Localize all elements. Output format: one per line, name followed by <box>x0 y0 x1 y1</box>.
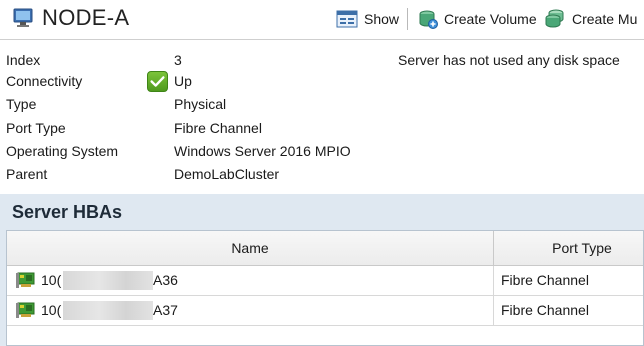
page-title: NODE-A <box>42 5 130 30</box>
section-title: Server HBAs <box>12 202 123 222</box>
disk-usage-note: Server has not used any disk space <box>398 52 620 68</box>
property-row-connectivity: Connectivity Up <box>0 71 390 93</box>
property-value: DemoLabCluster <box>174 166 280 182</box>
property-row-port-type: Port Type Fibre Channel <box>0 118 390 140</box>
property-value: Physical <box>174 96 227 112</box>
name-cell: 10( A37 <box>7 296 494 325</box>
create-volume-label: Create Volume <box>444 11 537 27</box>
connectivity-status: Up <box>174 73 192 89</box>
table-row[interactable]: 10( A37 Fibre Channel <box>7 296 643 326</box>
show-icon <box>336 10 358 28</box>
check-icon <box>147 71 168 92</box>
create-multiple-volumes-icon <box>545 9 564 28</box>
property-label: Connectivity <box>6 73 83 89</box>
property-label: Parent <box>6 166 48 182</box>
header-bar: NODE-A Show Create Volume Create Mu <box>0 0 644 40</box>
property-row-type: Type Physical <box>0 94 390 116</box>
property-label: Type <box>6 96 37 112</box>
wwn-prefix: 10( <box>41 272 62 288</box>
redacted-wwn <box>63 271 153 290</box>
wwn-prefix: 10( <box>41 302 62 318</box>
server-details-page: NODE-A Show Create Volume Create Mu Inde… <box>0 0 644 346</box>
table-header: Name Port Type <box>7 231 643 266</box>
port-type-cell: Fibre Channel <box>501 302 589 318</box>
toolbar-separator <box>407 8 408 30</box>
table-row[interactable]: 10( A36 Fibre Channel <box>7 266 643 296</box>
property-label: Port Type <box>6 120 66 136</box>
hba-card-icon <box>16 302 35 318</box>
column-header-name[interactable]: Name <box>7 231 494 266</box>
property-value: Fibre Channel <box>174 120 262 136</box>
property-row-operating-system: Operating System Windows Server 2016 MPI… <box>0 141 390 163</box>
name-cell: 10( A36 <box>7 266 494 295</box>
property-value: Windows Server 2016 MPIO <box>174 143 351 159</box>
hba-table: Name Port Type 10( A36 Fibre Channel 10(… <box>6 230 644 346</box>
property-row-parent: Parent DemoLabCluster <box>0 164 390 186</box>
wwn-suffix: A36 <box>153 272 178 288</box>
computer-icon <box>13 8 33 27</box>
show-button[interactable]: Show <box>336 8 399 30</box>
redacted-wwn <box>63 301 153 320</box>
hba-card-icon <box>16 272 35 288</box>
wwn-suffix: A37 <box>153 302 178 318</box>
property-value: 3 <box>174 52 182 68</box>
create-volume-icon <box>419 10 438 29</box>
port-type-cell: Fibre Channel <box>501 272 589 288</box>
show-label: Show <box>364 11 400 27</box>
property-label: Index <box>6 52 41 68</box>
create-volume-button[interactable]: Create Volume <box>418 8 537 30</box>
column-header-port-type[interactable]: Port Type <box>495 231 643 266</box>
server-hbas-panel: Server HBAs Name Port Type 10(A36 Fibre… <box>0 194 644 346</box>
create-multiple-label: Create Mu <box>572 11 638 27</box>
property-label: Operating System <box>6 143 119 159</box>
create-multiple-button[interactable]: Create Mu <box>544 8 637 30</box>
property-row-index: Index 3 <box>0 50 390 72</box>
